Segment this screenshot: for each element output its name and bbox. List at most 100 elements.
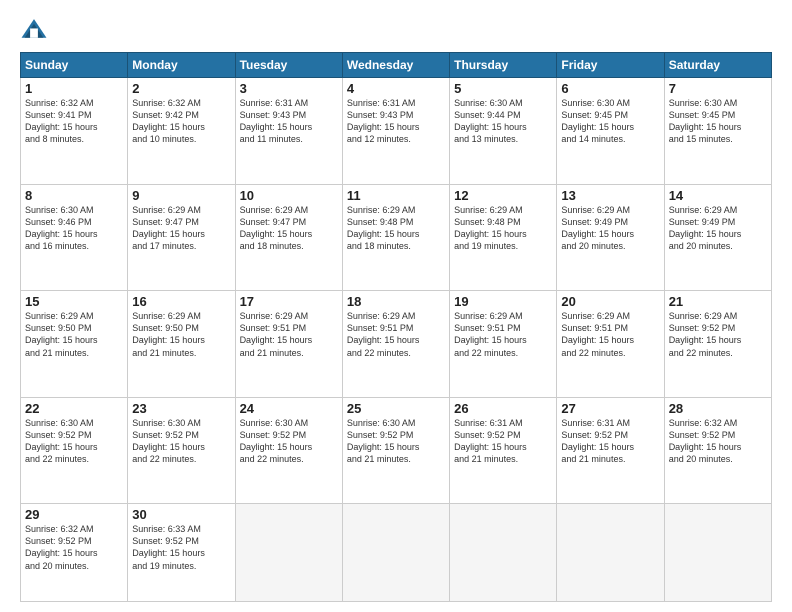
calendar-cell: 11Sunrise: 6:29 AM Sunset: 9:48 PM Dayli… <box>342 184 449 291</box>
day-info: Sunrise: 6:32 AM Sunset: 9:52 PM Dayligh… <box>669 417 767 466</box>
day-number: 3 <box>240 81 338 96</box>
calendar-cell <box>450 504 557 602</box>
calendar-cell: 26Sunrise: 6:31 AM Sunset: 9:52 PM Dayli… <box>450 397 557 504</box>
calendar-table: SundayMondayTuesdayWednesdayThursdayFrid… <box>20 52 772 602</box>
calendar-cell: 3Sunrise: 6:31 AM Sunset: 9:43 PM Daylig… <box>235 78 342 185</box>
day-info: Sunrise: 6:30 AM Sunset: 9:52 PM Dayligh… <box>347 417 445 466</box>
day-info: Sunrise: 6:30 AM Sunset: 9:52 PM Dayligh… <box>132 417 230 466</box>
day-info: Sunrise: 6:30 AM Sunset: 9:45 PM Dayligh… <box>669 97 767 146</box>
calendar-cell: 19Sunrise: 6:29 AM Sunset: 9:51 PM Dayli… <box>450 291 557 398</box>
calendar-cell: 6Sunrise: 6:30 AM Sunset: 9:45 PM Daylig… <box>557 78 664 185</box>
day-header: Thursday <box>450 53 557 78</box>
calendar-cell <box>664 504 771 602</box>
day-header: Friday <box>557 53 664 78</box>
day-number: 24 <box>240 401 338 416</box>
day-number: 6 <box>561 81 659 96</box>
day-number: 29 <box>25 507 123 522</box>
calendar-cell: 22Sunrise: 6:30 AM Sunset: 9:52 PM Dayli… <box>21 397 128 504</box>
day-info: Sunrise: 6:29 AM Sunset: 9:47 PM Dayligh… <box>240 204 338 253</box>
day-info: Sunrise: 6:32 AM Sunset: 9:52 PM Dayligh… <box>25 523 123 572</box>
day-number: 12 <box>454 188 552 203</box>
day-number: 27 <box>561 401 659 416</box>
calendar-cell: 23Sunrise: 6:30 AM Sunset: 9:52 PM Dayli… <box>128 397 235 504</box>
day-info: Sunrise: 6:29 AM Sunset: 9:51 PM Dayligh… <box>454 310 552 359</box>
calendar-cell <box>557 504 664 602</box>
calendar-cell: 12Sunrise: 6:29 AM Sunset: 9:48 PM Dayli… <box>450 184 557 291</box>
day-number: 14 <box>669 188 767 203</box>
day-number: 18 <box>347 294 445 309</box>
day-number: 21 <box>669 294 767 309</box>
week-row: 8Sunrise: 6:30 AM Sunset: 9:46 PM Daylig… <box>21 184 772 291</box>
day-info: Sunrise: 6:33 AM Sunset: 9:52 PM Dayligh… <box>132 523 230 572</box>
day-number: 25 <box>347 401 445 416</box>
calendar-cell: 18Sunrise: 6:29 AM Sunset: 9:51 PM Dayli… <box>342 291 449 398</box>
calendar-cell: 13Sunrise: 6:29 AM Sunset: 9:49 PM Dayli… <box>557 184 664 291</box>
calendar-cell: 9Sunrise: 6:29 AM Sunset: 9:47 PM Daylig… <box>128 184 235 291</box>
calendar-cell: 1Sunrise: 6:32 AM Sunset: 9:41 PM Daylig… <box>21 78 128 185</box>
calendar-cell: 28Sunrise: 6:32 AM Sunset: 9:52 PM Dayli… <box>664 397 771 504</box>
calendar-cell: 17Sunrise: 6:29 AM Sunset: 9:51 PM Dayli… <box>235 291 342 398</box>
calendar-cell: 27Sunrise: 6:31 AM Sunset: 9:52 PM Dayli… <box>557 397 664 504</box>
day-number: 5 <box>454 81 552 96</box>
day-number: 23 <box>132 401 230 416</box>
calendar-cell: 21Sunrise: 6:29 AM Sunset: 9:52 PM Dayli… <box>664 291 771 398</box>
logo-icon <box>20 16 48 44</box>
week-row: 1Sunrise: 6:32 AM Sunset: 9:41 PM Daylig… <box>21 78 772 185</box>
day-info: Sunrise: 6:30 AM Sunset: 9:46 PM Dayligh… <box>25 204 123 253</box>
calendar-cell: 4Sunrise: 6:31 AM Sunset: 9:43 PM Daylig… <box>342 78 449 185</box>
week-row: 29Sunrise: 6:32 AM Sunset: 9:52 PM Dayli… <box>21 504 772 602</box>
day-number: 19 <box>454 294 552 309</box>
day-info: Sunrise: 6:30 AM Sunset: 9:52 PM Dayligh… <box>25 417 123 466</box>
day-header: Saturday <box>664 53 771 78</box>
calendar-cell: 15Sunrise: 6:29 AM Sunset: 9:50 PM Dayli… <box>21 291 128 398</box>
week-row: 15Sunrise: 6:29 AM Sunset: 9:50 PM Dayli… <box>21 291 772 398</box>
day-info: Sunrise: 6:29 AM Sunset: 9:51 PM Dayligh… <box>561 310 659 359</box>
day-info: Sunrise: 6:32 AM Sunset: 9:42 PM Dayligh… <box>132 97 230 146</box>
day-info: Sunrise: 6:31 AM Sunset: 9:52 PM Dayligh… <box>454 417 552 466</box>
day-number: 7 <box>669 81 767 96</box>
day-info: Sunrise: 6:29 AM Sunset: 9:49 PM Dayligh… <box>669 204 767 253</box>
day-number: 10 <box>240 188 338 203</box>
calendar-cell: 5Sunrise: 6:30 AM Sunset: 9:44 PM Daylig… <box>450 78 557 185</box>
calendar-cell: 20Sunrise: 6:29 AM Sunset: 9:51 PM Dayli… <box>557 291 664 398</box>
logo <box>20 16 52 44</box>
header-row: SundayMondayTuesdayWednesdayThursdayFrid… <box>21 53 772 78</box>
day-info: Sunrise: 6:32 AM Sunset: 9:41 PM Dayligh… <box>25 97 123 146</box>
calendar-cell <box>235 504 342 602</box>
day-info: Sunrise: 6:29 AM Sunset: 9:47 PM Dayligh… <box>132 204 230 253</box>
calendar-cell: 10Sunrise: 6:29 AM Sunset: 9:47 PM Dayli… <box>235 184 342 291</box>
day-number: 15 <box>25 294 123 309</box>
day-number: 26 <box>454 401 552 416</box>
page: SundayMondayTuesdayWednesdayThursdayFrid… <box>0 0 792 612</box>
day-info: Sunrise: 6:31 AM Sunset: 9:43 PM Dayligh… <box>347 97 445 146</box>
day-info: Sunrise: 6:31 AM Sunset: 9:43 PM Dayligh… <box>240 97 338 146</box>
day-number: 22 <box>25 401 123 416</box>
calendar-cell: 8Sunrise: 6:30 AM Sunset: 9:46 PM Daylig… <box>21 184 128 291</box>
calendar-cell <box>342 504 449 602</box>
day-header: Tuesday <box>235 53 342 78</box>
day-info: Sunrise: 6:29 AM Sunset: 9:51 PM Dayligh… <box>240 310 338 359</box>
header <box>20 16 772 44</box>
day-number: 2 <box>132 81 230 96</box>
day-number: 17 <box>240 294 338 309</box>
day-number: 1 <box>25 81 123 96</box>
day-number: 4 <box>347 81 445 96</box>
day-info: Sunrise: 6:29 AM Sunset: 9:52 PM Dayligh… <box>669 310 767 359</box>
day-info: Sunrise: 6:30 AM Sunset: 9:44 PM Dayligh… <box>454 97 552 146</box>
calendar-cell: 24Sunrise: 6:30 AM Sunset: 9:52 PM Dayli… <box>235 397 342 504</box>
calendar-cell: 2Sunrise: 6:32 AM Sunset: 9:42 PM Daylig… <box>128 78 235 185</box>
calendar-cell: 29Sunrise: 6:32 AM Sunset: 9:52 PM Dayli… <box>21 504 128 602</box>
calendar-cell: 7Sunrise: 6:30 AM Sunset: 9:45 PM Daylig… <box>664 78 771 185</box>
day-info: Sunrise: 6:30 AM Sunset: 9:52 PM Dayligh… <box>240 417 338 466</box>
day-info: Sunrise: 6:29 AM Sunset: 9:50 PM Dayligh… <box>132 310 230 359</box>
day-number: 16 <box>132 294 230 309</box>
day-info: Sunrise: 6:31 AM Sunset: 9:52 PM Dayligh… <box>561 417 659 466</box>
day-info: Sunrise: 6:29 AM Sunset: 9:49 PM Dayligh… <box>561 204 659 253</box>
day-info: Sunrise: 6:29 AM Sunset: 9:51 PM Dayligh… <box>347 310 445 359</box>
calendar-cell: 16Sunrise: 6:29 AM Sunset: 9:50 PM Dayli… <box>128 291 235 398</box>
day-number: 28 <box>669 401 767 416</box>
calendar-cell: 14Sunrise: 6:29 AM Sunset: 9:49 PM Dayli… <box>664 184 771 291</box>
day-number: 8 <box>25 188 123 203</box>
day-info: Sunrise: 6:29 AM Sunset: 9:50 PM Dayligh… <box>25 310 123 359</box>
day-number: 13 <box>561 188 659 203</box>
